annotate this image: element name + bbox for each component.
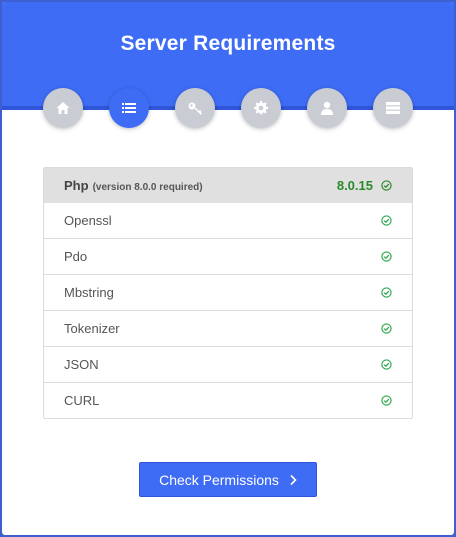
requirement-row: Tokenizer	[44, 310, 412, 346]
home-icon	[56, 102, 70, 114]
php-requirement-row: Php (version 8.0.0 required) 8.0.15	[44, 168, 412, 203]
step-permissions[interactable]	[175, 88, 215, 128]
list-icon	[122, 103, 136, 113]
check-icon	[381, 251, 392, 262]
check-icon	[381, 215, 392, 226]
requirement-row: Mbstring	[44, 274, 412, 310]
requirement-row: Pdo	[44, 238, 412, 274]
check-icon	[381, 359, 392, 370]
check-icon	[381, 287, 392, 298]
requirement-name: JSON	[64, 357, 99, 372]
check-permissions-button[interactable]: Check Permissions	[139, 462, 317, 497]
requirement-row: JSON	[44, 346, 412, 382]
step-indicator	[2, 88, 454, 130]
server-icon	[386, 102, 400, 114]
page-title: Server Requirements	[120, 32, 336, 55]
installer-card: Server Requirements Php (version 8.0.0 r…	[2, 2, 454, 535]
key-icon	[188, 102, 202, 115]
check-icon	[381, 180, 392, 191]
check-icon	[381, 323, 392, 334]
requirement-name: Mbstring	[64, 285, 114, 300]
requirement-name: Pdo	[64, 249, 88, 264]
step-account[interactable]	[307, 88, 347, 128]
requirement-row: Openssl	[44, 203, 412, 238]
php-label: Php (version 8.0.0 required)	[64, 178, 337, 193]
user-icon	[321, 101, 333, 115]
php-required-version: (version 8.0.0 required)	[92, 182, 203, 193]
check-permissions-label: Check Permissions	[159, 471, 279, 488]
requirement-name: CURL	[64, 393, 100, 408]
chevron-right-icon	[290, 474, 297, 485]
requirement-name: Openssl	[64, 213, 112, 228]
requirements-list: Php (version 8.0.0 required) 8.0.15 Opens…	[43, 167, 413, 419]
php-installed-version: 8.0.15	[336, 178, 373, 193]
php-name: Php	[64, 178, 89, 193]
requirement-name: Tokenizer	[64, 321, 120, 336]
step-finish[interactable]	[373, 88, 413, 128]
step-environment[interactable]	[241, 88, 281, 128]
gear-icon	[254, 100, 269, 115]
step-home[interactable]	[43, 88, 83, 128]
step-requirements[interactable]	[109, 88, 149, 128]
requirement-row: CURL	[44, 382, 412, 418]
check-icon	[381, 395, 392, 406]
